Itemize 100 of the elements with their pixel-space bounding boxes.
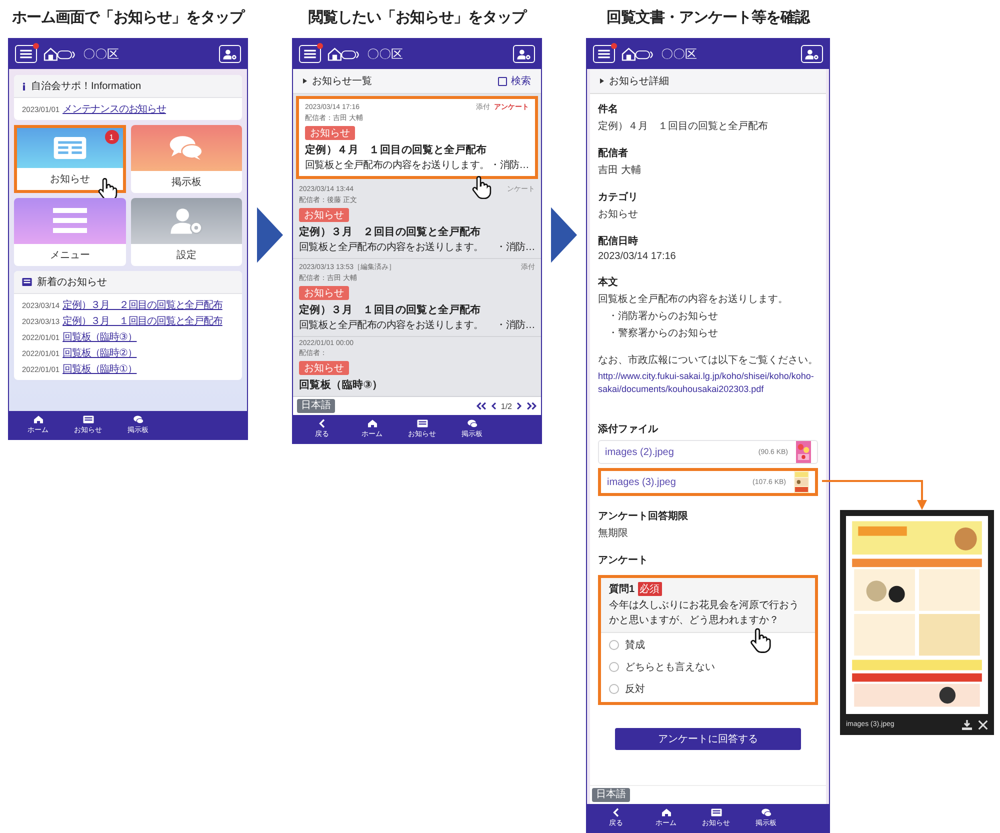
notification-dot (317, 43, 323, 49)
next-step-arrow-icon (551, 205, 577, 265)
card-title: 自治会サポ！Information (31, 80, 142, 93)
account-settings-button[interactable] (801, 45, 823, 63)
language-select[interactable]: 日本語 (592, 788, 630, 802)
field-label: 添付ファイル (598, 422, 658, 436)
notice-link[interactable]: メンテナンスのお知らせ (62, 102, 166, 116)
app-title: 〇〇区 (83, 46, 120, 62)
field-value: お知らせ (598, 208, 638, 221)
user-gear-icon (169, 208, 204, 234)
chat-icon (760, 808, 772, 817)
page-number: 1/2 (500, 402, 512, 410)
field-label: アンケート (598, 554, 648, 568)
menu-button[interactable] (15, 45, 37, 63)
field-label: アンケート回答期限 (598, 510, 688, 524)
first-page-icon[interactable] (476, 402, 487, 410)
notice-title: 定例）３月 １回目の回覧と全戸配布 (299, 303, 481, 317)
category-tag: お知らせ (299, 286, 349, 300)
field-value: 無期限 (598, 526, 628, 540)
tile-label: 設定 (176, 248, 196, 263)
question-number: 質問1 (609, 582, 635, 596)
menu-icon (52, 208, 87, 234)
notice-link[interactable]: 定例）３月 １回目の回覧と全戸配布 (62, 314, 222, 328)
question-text: 今年は久しぶりにお花見会を河原で行おうかと思いますが、どう思われますか？ (609, 598, 800, 628)
menu-tile[interactable]: 掲示板 (130, 125, 242, 193)
app-title: 〇〇区 (367, 46, 404, 62)
newspaper-icon (52, 135, 87, 161)
notice-link[interactable]: 定例）３月 ２回目の回覧と全戸配布 (62, 298, 222, 312)
close-icon[interactable] (978, 720, 988, 730)
field-label: 本文 (598, 276, 618, 289)
account-settings-button[interactable] (513, 45, 535, 63)
submit-button[interactable]: アンケートに回答する (615, 728, 801, 750)
back-icon (316, 419, 328, 428)
menu-icon (598, 49, 610, 59)
notice-link[interactable]: 回覧板（臨時①） (62, 362, 137, 376)
excerpt-more-text: ・消防… (496, 240, 535, 254)
notification-dot (33, 43, 39, 49)
body-text: ・消防署からのお知らせ (607, 310, 718, 323)
excerpt-more-text: ・消防… (490, 158, 529, 172)
menu-button[interactable] (299, 45, 321, 63)
category-tag: お知らせ (299, 208, 349, 222)
logo-icon (43, 46, 77, 62)
chat-icon (466, 419, 478, 428)
field-value: 定例）４月 １回目の回覧と全戸配布 (598, 120, 768, 133)
category-tag: お知らせ (299, 361, 349, 375)
menu-button[interactable] (593, 45, 615, 63)
menu-icon (20, 49, 32, 59)
home-icon (366, 419, 378, 428)
step-heading: ホーム画面で「お知らせ」をタップ (11, 8, 246, 28)
notice-link[interactable]: 回覧板（臨時③） (62, 330, 137, 344)
next-page-icon[interactable] (516, 402, 522, 410)
caret-icon (303, 78, 307, 84)
home-icon (32, 415, 44, 424)
download-icon[interactable] (962, 720, 972, 730)
menu-icon (304, 49, 316, 59)
home-icon (660, 808, 672, 817)
radio-option[interactable]: どちらとも言えない (609, 660, 807, 674)
body-text: なお、市政広報については以下をご覧ください。 (598, 354, 818, 367)
category-tag: お知らせ (305, 126, 355, 140)
radio-option[interactable]: 反対 (609, 682, 807, 696)
info-icon (22, 82, 26, 90)
menu-tile[interactable]: メニュー (14, 198, 126, 266)
notice-title: 定例）３月 ２回目の回覧と全戸配布 (299, 225, 481, 239)
notice-link[interactable]: 回覧板（臨時②） (62, 346, 137, 360)
account-settings-button[interactable] (219, 45, 241, 63)
required-badge: 必須 (638, 582, 662, 596)
chat-icon (132, 415, 144, 424)
card-title: 新着のお知らせ (37, 276, 107, 289)
tile-label: メニュー (50, 249, 90, 263)
step-heading: 閲覧したい「お知らせ」をタップ (307, 8, 528, 28)
file-name: images (2).jpeg (605, 446, 675, 458)
field-label: 配信日時 (598, 234, 638, 248)
body-text: 回覧板と全戸配布の内容をお送りします。 (598, 292, 788, 306)
checkbox[interactable] (498, 76, 507, 86)
file-name: images (3).jpeg (607, 476, 677, 488)
logo-icon (327, 46, 361, 62)
newspaper-icon (710, 808, 722, 817)
body-text: ・警察署からのお知らせ (607, 326, 718, 340)
language-select[interactable]: 日本語 (297, 399, 335, 413)
count-badge: 1 (104, 130, 118, 144)
last-page-icon[interactable] (526, 402, 537, 410)
notice-title: 定例）４月 １回目の回覧と全戸配布 (305, 143, 487, 157)
panel-title: お知らせ一覧 (312, 75, 373, 88)
next-step-arrow-icon (257, 205, 283, 265)
app-title: 〇〇区 (661, 46, 698, 62)
radio-option[interactable]: 賛成 (609, 638, 807, 652)
tile-label: 掲示板 (171, 176, 202, 190)
field-label: カテゴリ (598, 190, 638, 204)
notice-title: 回覧板（臨時③） (299, 378, 382, 392)
step-heading: 回覧文書・アンケート等を確認 (606, 8, 812, 28)
search-toggle[interactable]: 検索 (498, 74, 531, 88)
excerpt-more-text: ・消防… (496, 318, 535, 332)
previous-page-icon[interactable] (490, 402, 497, 410)
excerpt-text: 回覧板と全戸配布の内容をお送りします。 (305, 158, 490, 172)
user-gear-icon (805, 48, 819, 60)
menu-tile[interactable]: 設定 (130, 198, 242, 266)
panel-title: お知らせ詳細 (609, 74, 670, 88)
excerpt-text: 回覧板と全戸配布の内容をお送りします。 (299, 240, 484, 254)
chat-icon (169, 135, 204, 161)
url-link[interactable]: http://www.city.fukui-sakai.lg.jp/koho/shisei/koho/koho-sakai/documents/kouhousakai202303.pdf (598, 370, 818, 396)
